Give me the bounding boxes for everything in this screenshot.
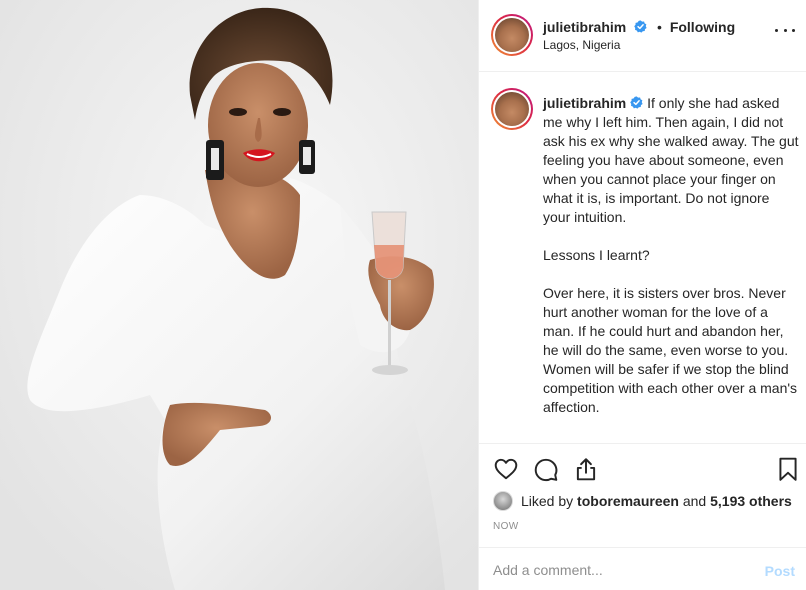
- share-icon[interactable]: [573, 456, 599, 482]
- more-options-icon[interactable]: [775, 26, 795, 34]
- profile-picture: [495, 92, 529, 126]
- comment-icon[interactable]: [533, 456, 559, 482]
- caption-avatar[interactable]: [491, 88, 533, 130]
- avatar[interactable]: [491, 14, 533, 56]
- comment-bar: Post: [479, 547, 806, 590]
- liker-avatar[interactable]: [493, 491, 513, 511]
- following-button[interactable]: Following: [670, 19, 735, 35]
- location-link[interactable]: Lagos, Nigeria: [543, 38, 620, 52]
- separator-dot: •: [657, 19, 662, 35]
- caption-section: julietibrahim If only she had asked me w…: [479, 72, 806, 444]
- post-photo[interactable]: [0, 0, 478, 590]
- caption-username-link[interactable]: julietibrahim: [543, 95, 626, 111]
- caption-text: If only she had asked me why I left him.…: [543, 95, 799, 415]
- likes-summary: Liked by toboremaureen and 5,193 others: [493, 490, 792, 512]
- post-side-panel: julietibrahim • Following Lagos, Nigeria…: [478, 0, 806, 590]
- post-timestamp[interactable]: NOW: [493, 521, 519, 532]
- likes-joiner: and: [682, 493, 707, 509]
- verified-badge-icon: [630, 96, 643, 109]
- action-bar: [479, 444, 806, 492]
- post-header: julietibrahim • Following Lagos, Nigeria: [479, 0, 806, 72]
- heart-icon[interactable]: [493, 456, 519, 482]
- profile-picture: [495, 18, 529, 52]
- verified-badge-icon: [634, 20, 647, 33]
- likes-others-link[interactable]: 5,193 others: [710, 493, 792, 509]
- bookmark-icon[interactable]: [775, 456, 801, 482]
- liker-username-link[interactable]: toboremaureen: [577, 493, 679, 509]
- caption: julietibrahim If only she had asked me w…: [543, 94, 799, 417]
- username-link[interactable]: julietibrahim: [543, 19, 626, 35]
- post-comment-button[interactable]: Post: [765, 563, 795, 579]
- likes-prefix: Liked by: [521, 493, 574, 509]
- add-comment-input[interactable]: [493, 559, 743, 581]
- woman-in-white-dress-photo: [0, 0, 478, 590]
- instagram-post: julietibrahim • Following Lagos, Nigeria…: [0, 0, 806, 590]
